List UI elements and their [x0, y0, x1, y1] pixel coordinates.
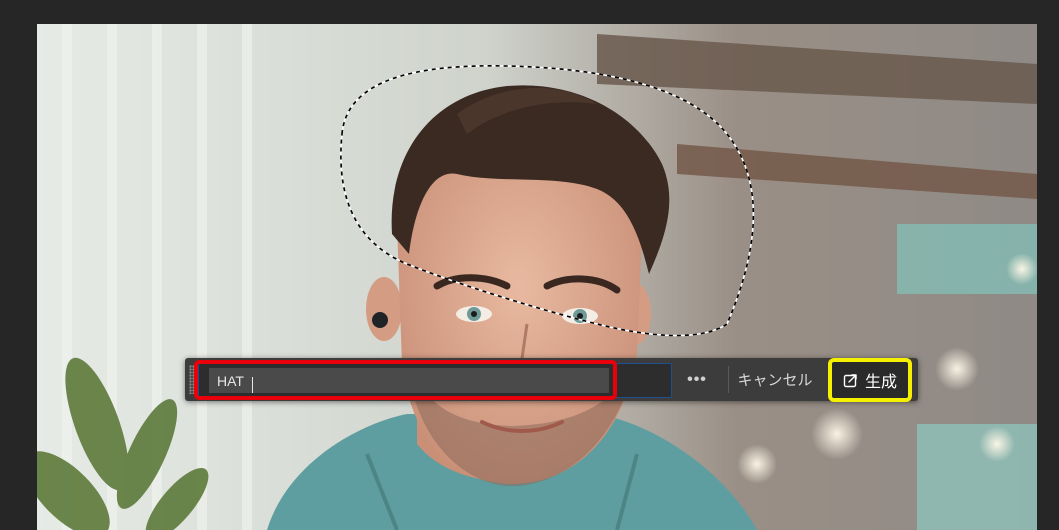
generate-button[interactable]: 生成 [828, 358, 912, 402]
cancel-button[interactable]: キャンセル [737, 367, 813, 392]
image-canvas[interactable] [37, 24, 1037, 530]
generate-label: 生成 [864, 374, 897, 391]
drag-handle-icon[interactable] [189, 365, 195, 394]
generative-fill-prompt-input[interactable] [209, 368, 609, 393]
contextual-task-bar: ••• キャンセル [185, 358, 918, 401]
portrait-photo [37, 24, 1037, 530]
toolbar-divider [728, 366, 729, 393]
text-caret [252, 377, 253, 393]
more-options-button[interactable]: ••• [682, 367, 712, 392]
generate-icon [843, 374, 857, 388]
prompt-field-container[interactable] [198, 363, 672, 398]
